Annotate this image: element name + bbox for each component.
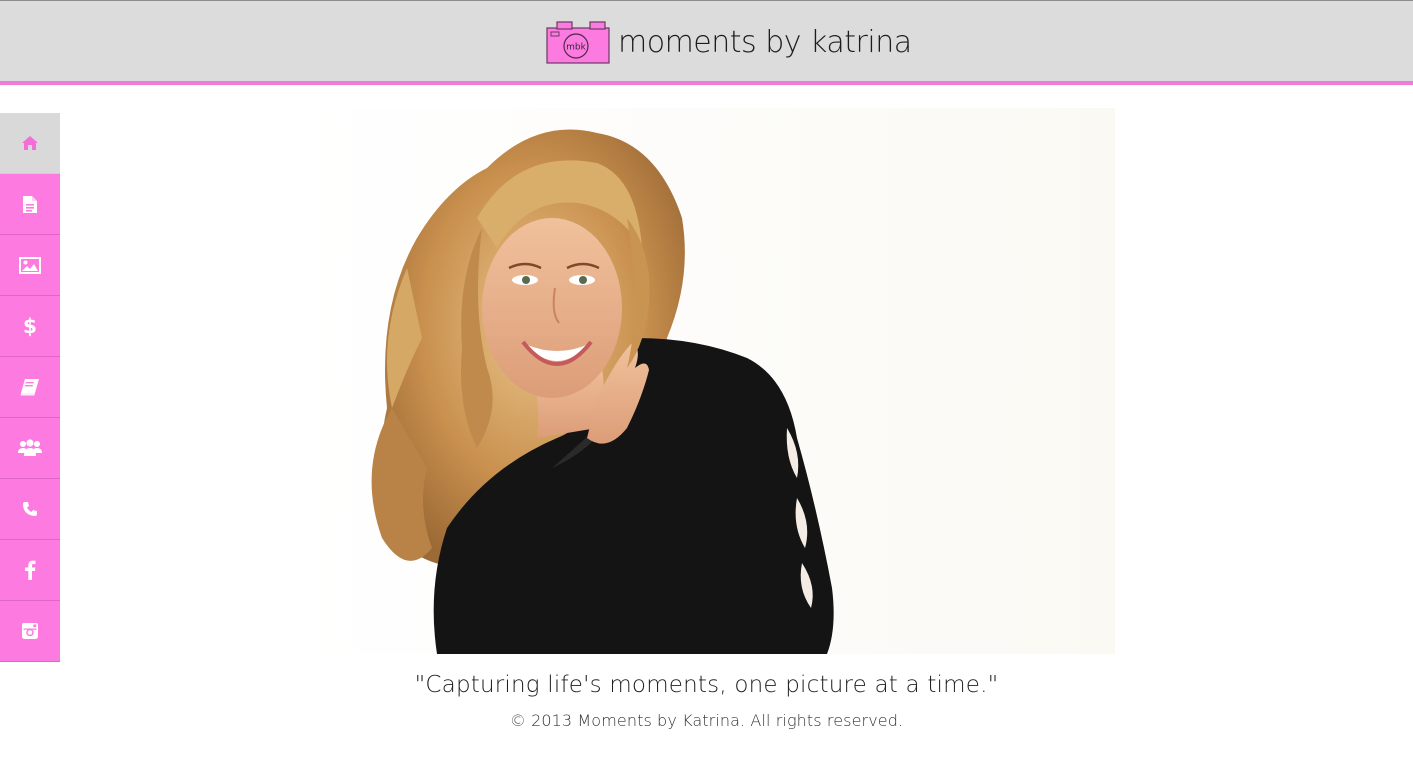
svg-text:$: $ — [23, 315, 37, 337]
nav-contact[interactable] — [0, 479, 60, 540]
users-icon — [18, 439, 42, 456]
svg-text:mbk: mbk — [566, 42, 586, 52]
home-icon — [22, 136, 38, 150]
phone-icon — [23, 502, 37, 516]
facebook-icon — [25, 560, 36, 580]
nav-book[interactable] — [0, 357, 60, 418]
nav-instagram[interactable] — [0, 601, 60, 662]
document-icon — [23, 195, 37, 213]
site-logo[interactable]: mbk moments by katrina — [546, 20, 912, 64]
instagram-icon — [22, 623, 38, 639]
nav-gallery[interactable] — [0, 235, 60, 296]
camera-logo-icon: mbk — [546, 20, 610, 64]
image-icon — [19, 256, 41, 274]
nav-facebook[interactable] — [0, 540, 60, 601]
copyright-text: © 2013 Moments by Katrina. All rights re… — [509, 711, 904, 730]
hero-photo — [297, 108, 1115, 654]
site-header: mbk moments by katrina — [0, 0, 1413, 85]
nav-about[interactable] — [0, 174, 60, 235]
tagline-quote: "Capturing life's moments, one picture a… — [414, 672, 999, 698]
sidebar-nav: $ — [0, 113, 60, 662]
nav-home[interactable] — [0, 113, 60, 174]
dollar-icon: $ — [23, 315, 37, 337]
book-icon — [20, 379, 39, 396]
site-logo-text: moments by katrina — [618, 24, 912, 60]
hero-portrait-image — [297, 108, 1115, 654]
nav-team[interactable] — [0, 418, 60, 479]
nav-pricing[interactable]: $ — [0, 296, 60, 357]
